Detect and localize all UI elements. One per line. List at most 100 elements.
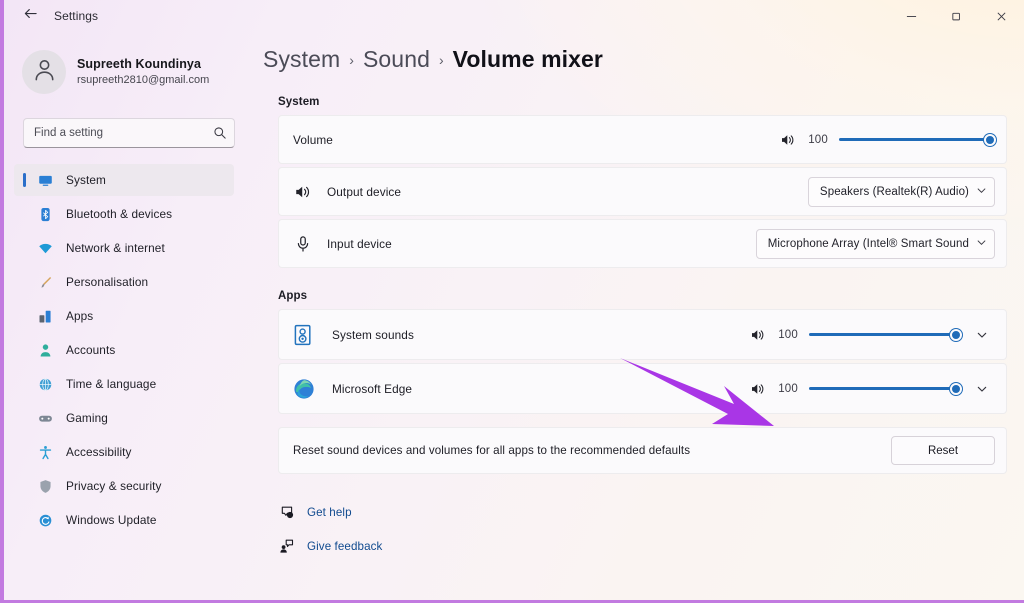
slider-track bbox=[839, 138, 995, 141]
back-button[interactable] bbox=[10, 1, 50, 31]
window-inner: Settings Supreeth Koundinya rsupreeth281… bbox=[4, 0, 1024, 600]
sidebar-item-label: System bbox=[66, 173, 106, 187]
volume-row: Volume 100 bbox=[278, 115, 1007, 164]
maximize-button[interactable] bbox=[934, 0, 979, 32]
account-text: Supreeth Koundinya rsupreeth2810@gmail.c… bbox=[77, 57, 209, 88]
app-name: Microsoft Edge bbox=[332, 381, 413, 396]
get-help-link[interactable]: Get help bbox=[278, 500, 1000, 524]
slider-thumb[interactable] bbox=[950, 382, 962, 395]
monitor-icon bbox=[37, 172, 53, 188]
sidebar-item-label: Accessibility bbox=[66, 445, 132, 459]
microphone-icon bbox=[293, 234, 313, 254]
accounts-icon bbox=[37, 342, 53, 358]
sidebar-item-time-language[interactable]: Time & language bbox=[14, 368, 234, 400]
close-button[interactable] bbox=[979, 0, 1024, 32]
breadcrumb-link-sound[interactable]: Sound bbox=[363, 46, 430, 73]
breadcrumb-separator: › bbox=[349, 52, 354, 68]
slider-thumb[interactable] bbox=[950, 328, 962, 341]
shield-icon bbox=[37, 478, 53, 494]
settings-window: Settings Supreeth Koundinya rsupreeth281… bbox=[0, 0, 1024, 603]
speaker-waves-icon bbox=[293, 182, 313, 202]
sidebar: Supreeth Koundinya rsupreeth2810@gmail.c… bbox=[4, 32, 244, 600]
sidebar-item-windows-update[interactable]: Windows Update bbox=[14, 504, 234, 536]
app-title: Settings bbox=[54, 9, 99, 23]
app-row-system-sounds: System sounds 100 bbox=[278, 309, 1007, 360]
output-device-dropdown[interactable]: Speakers (Realtek(R) Audio) bbox=[807, 176, 995, 207]
volume-slider[interactable] bbox=[839, 131, 996, 149]
volume-value: 100 bbox=[808, 133, 828, 146]
page-title: Volume mixer bbox=[452, 46, 603, 72]
footer-link-label: Give feedback bbox=[307, 539, 383, 553]
wifi-icon bbox=[37, 240, 53, 256]
speaker-waves-icon[interactable] bbox=[749, 326, 766, 343]
sidebar-item-label: Personalisation bbox=[66, 275, 149, 289]
sidebar-item-label: Apps bbox=[66, 309, 94, 323]
sidebar-item-accessibility[interactable]: Accessibility bbox=[14, 436, 234, 468]
sidebar-item-privacy-security[interactable]: Privacy & security bbox=[14, 470, 234, 502]
chevron-down-icon bbox=[969, 235, 987, 253]
footer-links: Get help Give feedback bbox=[278, 500, 1000, 558]
give-feedback-link[interactable]: Give feedback bbox=[278, 534, 1000, 558]
sidebar-item-label: Windows Update bbox=[66, 513, 157, 527]
breadcrumb-link-system[interactable]: System bbox=[263, 46, 340, 73]
content-pane: System › Sound › Volume mixer System Vol… bbox=[244, 32, 1024, 600]
help-question-icon bbox=[278, 503, 296, 521]
accessibility-icon bbox=[37, 444, 53, 460]
app-volume-cluster: 100 bbox=[749, 376, 995, 402]
sidebar-item-system[interactable]: System bbox=[14, 164, 234, 196]
app-row-microsoft-edge: Microsoft Edge 100 bbox=[278, 363, 1007, 414]
volume-row-label: Volume bbox=[293, 132, 333, 147]
output-device-label: Output device bbox=[327, 184, 402, 199]
update-icon bbox=[37, 512, 53, 528]
search-box[interactable] bbox=[23, 118, 235, 148]
bluetooth-icon bbox=[37, 206, 53, 222]
reset-button[interactable]: Reset bbox=[891, 436, 995, 465]
sidebar-item-network-internet[interactable]: Network & internet bbox=[14, 232, 234, 264]
feedback-icon bbox=[278, 537, 296, 555]
app-expand-chevron-down-icon[interactable] bbox=[969, 322, 995, 348]
app-volume-slider[interactable] bbox=[809, 326, 962, 344]
sidebar-item-gaming[interactable]: Gaming bbox=[14, 402, 234, 434]
section-label-system: System bbox=[278, 96, 320, 108]
account-name: Supreeth Koundinya bbox=[77, 56, 202, 71]
system-sounds-icon bbox=[293, 324, 315, 346]
app-name: System sounds bbox=[332, 327, 414, 342]
avatar bbox=[22, 50, 66, 94]
person-avatar-icon bbox=[31, 56, 58, 88]
slider-thumb[interactable] bbox=[984, 133, 996, 146]
search-input[interactable] bbox=[23, 118, 235, 148]
app-volume-cluster: 100 bbox=[749, 322, 995, 348]
input-device-row: Input device Microphone Array (Intel® Sm… bbox=[278, 219, 1007, 268]
slider-track bbox=[809, 333, 961, 336]
app-volume-value: 100 bbox=[778, 382, 798, 395]
sidebar-item-bluetooth-devices[interactable]: Bluetooth & devices bbox=[14, 198, 234, 230]
back-arrow-icon bbox=[23, 6, 38, 26]
microsoft-edge-volume-icon[interactable] bbox=[749, 380, 766, 397]
sidebar-item-accounts[interactable]: Accounts bbox=[14, 334, 234, 366]
app-volume-value: 100 bbox=[778, 328, 798, 341]
app-expand-chevron-down-icon[interactable] bbox=[969, 376, 995, 402]
app-volume-slider[interactable] bbox=[809, 380, 962, 398]
paintbrush-icon bbox=[37, 274, 53, 290]
apps-card-group: System sounds 100 Microsoft Edge 100 bbox=[278, 309, 1007, 414]
minimize-button[interactable] bbox=[889, 0, 934, 32]
footer-link-label: Get help bbox=[307, 505, 352, 519]
sidebar-item-label: Gaming bbox=[66, 411, 108, 425]
apps-grid-icon bbox=[37, 308, 53, 324]
account-block[interactable]: Supreeth Koundinya rsupreeth2810@gmail.c… bbox=[22, 42, 234, 102]
speaker-waves-icon[interactable] bbox=[779, 131, 796, 148]
input-device-dropdown[interactable]: Microphone Array (Intel® Smart Sound bbox=[755, 228, 995, 259]
input-device-label: Input device bbox=[327, 236, 392, 251]
breadcrumb: System › Sound › Volume mixer bbox=[263, 46, 1000, 82]
reset-description: Reset sound devices and volumes for all … bbox=[293, 444, 691, 457]
sidebar-item-apps[interactable]: Apps bbox=[14, 300, 234, 332]
volume-slider-cluster: 100 bbox=[779, 131, 996, 149]
sidebar-item-label: Time & language bbox=[66, 377, 157, 391]
output-device-value: Speakers (Realtek(R) Audio) bbox=[819, 185, 969, 198]
sidebar-item-label: Bluetooth & devices bbox=[66, 207, 173, 221]
system-card-group: Volume 100 Output device Speakers (Realt… bbox=[278, 115, 1007, 268]
sidebar-item-personalisation[interactable]: Personalisation bbox=[14, 266, 234, 298]
chevron-down-icon bbox=[969, 183, 987, 201]
sidebar-item-label: Accounts bbox=[66, 343, 116, 357]
title-bar: Settings bbox=[4, 0, 1024, 32]
